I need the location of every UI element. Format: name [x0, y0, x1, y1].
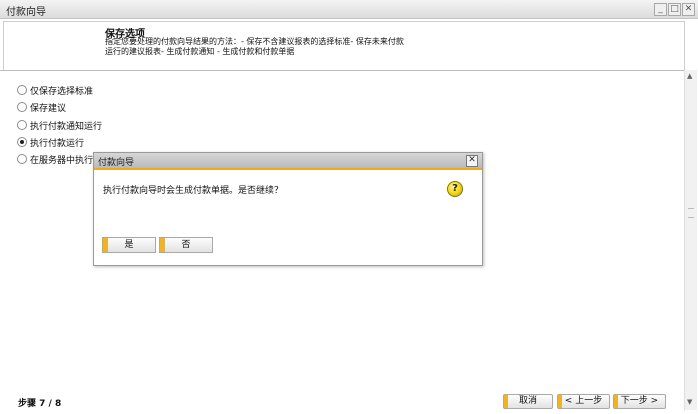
radio-button-selected[interactable]	[17, 137, 27, 147]
back-button[interactable]: < 上一步	[557, 394, 610, 409]
button-accent-bar	[103, 238, 108, 252]
header-divider	[0, 70, 686, 71]
payment-wizard-window: 付款向导 _ □ ✕ 保存选项 指定您要处理的付款向导结果的方法：- 保存不含建…	[0, 0, 698, 414]
yes-button-label: 是	[124, 240, 134, 250]
option-label: 保存建议	[30, 104, 67, 114]
maximize-button[interactable]: □	[668, 3, 681, 16]
cancel-button-label: 取消	[518, 396, 537, 406]
option-label: 仅保存选择标准	[30, 87, 94, 97]
button-accent-bar	[558, 395, 562, 408]
back-button-label: < 上一步	[564, 396, 603, 406]
dialog-title-bar: 付款向导 ✕	[94, 153, 482, 170]
close-button[interactable]: ✕	[682, 3, 695, 16]
title-bar: 付款向导 _ □ ✕	[0, 0, 698, 19]
next-button-label: 下一步 >	[620, 396, 659, 406]
radio-button[interactable]	[17, 120, 27, 130]
button-accent-bar	[160, 238, 165, 252]
option-label: 在服务器中执行付	[30, 156, 103, 166]
vertical-scrollbar[interactable]: ▲ ▼	[684, 70, 697, 410]
button-accent-bar	[504, 395, 508, 408]
step-indicator: 步骤 7 / 8	[18, 399, 62, 409]
minimize-button[interactable]: _	[654, 3, 667, 16]
dialog-message: 执行付款向导时会生成付款单据。是否继续？	[103, 186, 284, 196]
radio-button[interactable]	[17, 154, 27, 164]
page-description: 指定您要处理的付款向导结果的方法：- 保存不含建议报表的选择标准- 保存未来付款…	[105, 37, 404, 56]
question-help-icon: ?	[447, 181, 463, 197]
radio-button[interactable]	[17, 102, 27, 112]
button-accent-bar	[614, 395, 618, 408]
cancel-button[interactable]: 取消	[503, 394, 553, 409]
scroll-grip[interactable]	[688, 208, 694, 218]
scroll-up-icon[interactable]: ▲	[687, 72, 692, 80]
no-button[interactable]: 否	[159, 237, 213, 253]
option-label: 执行付款通知运行	[30, 122, 103, 132]
dialog-close-icon[interactable]: ✕	[466, 155, 478, 167]
next-button[interactable]: 下一步 >	[613, 394, 666, 409]
confirm-dialog: 付款向导 ✕ 执行付款向导时会生成付款单据。是否继续？ ? 是 否	[93, 152, 483, 266]
yes-button[interactable]: 是	[102, 237, 156, 253]
option-label: 执行付款运行	[30, 139, 85, 149]
no-button-label: 否	[181, 240, 191, 250]
scroll-down-icon[interactable]: ▼	[687, 398, 692, 406]
wizard-header: 保存选项 指定您要处理的付款向导结果的方法：- 保存不含建议报表的选择标准- 保…	[3, 21, 685, 71]
window-title: 付款向导	[6, 7, 46, 18]
radio-button[interactable]	[17, 85, 27, 95]
dialog-title: 付款向导	[98, 158, 135, 168]
